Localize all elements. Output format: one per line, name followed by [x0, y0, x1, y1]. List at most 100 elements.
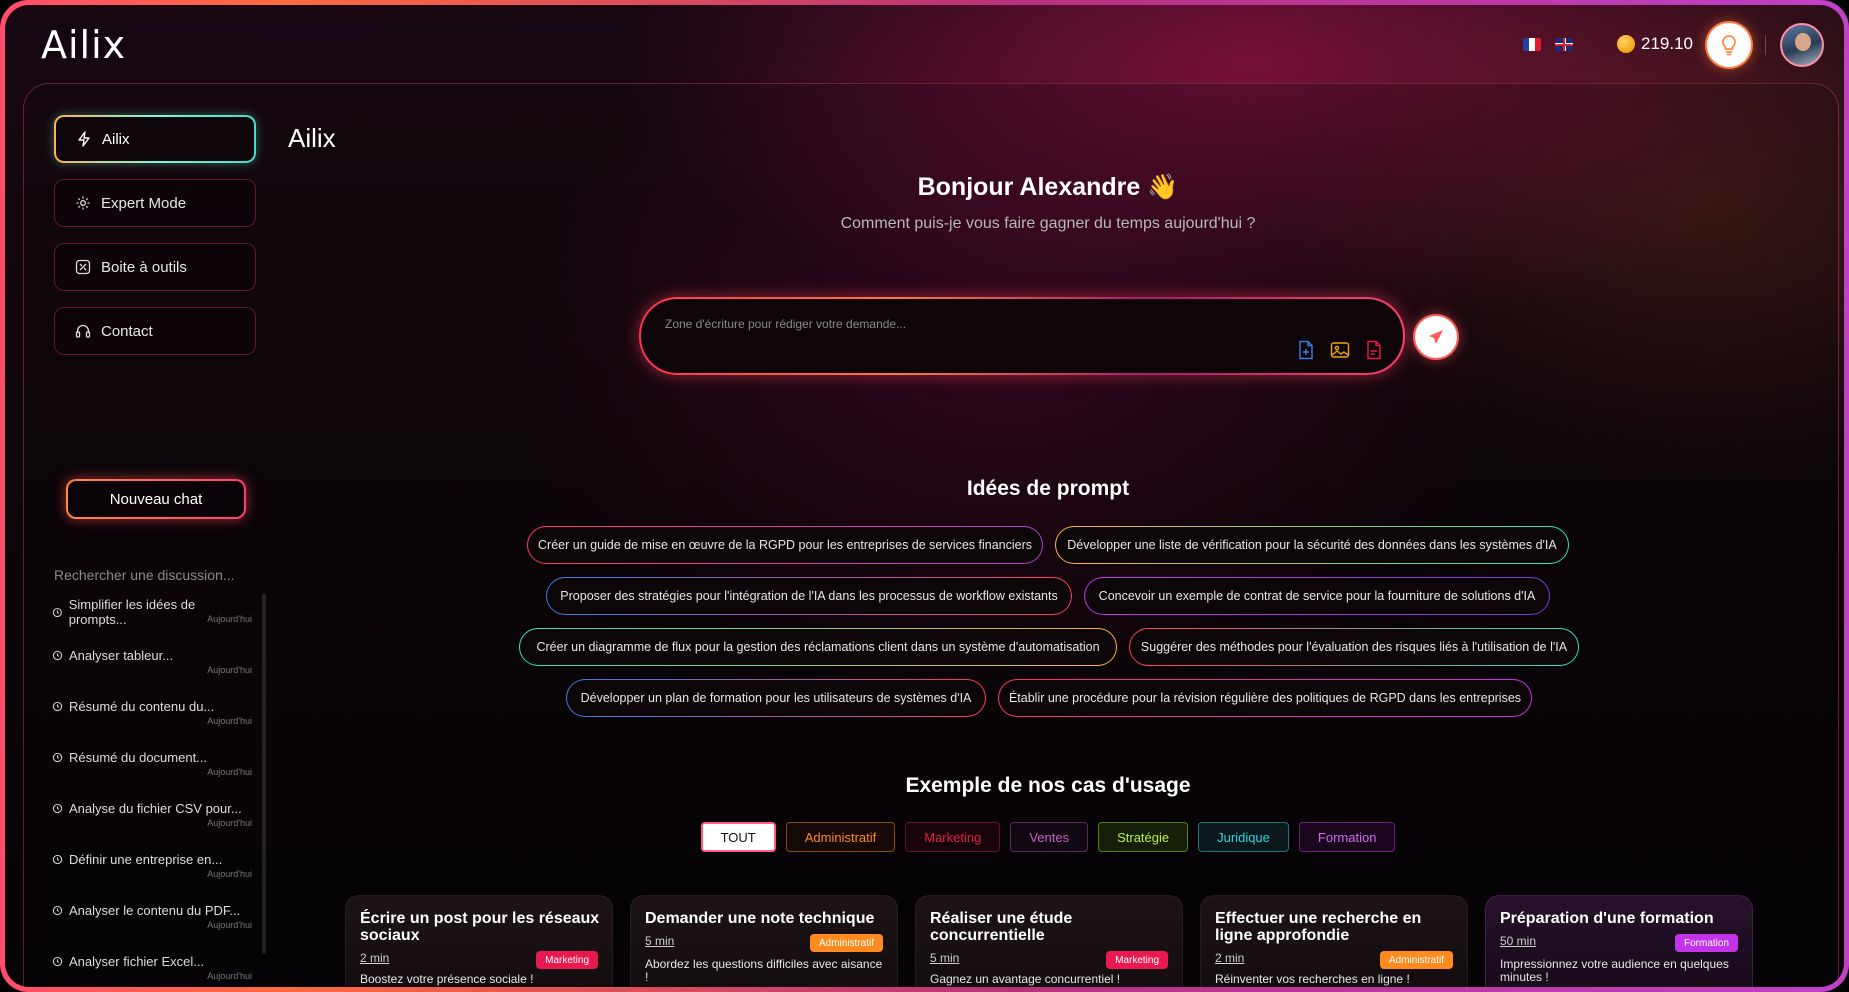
history-item-title: Analyse du fichier CSV pour... [69, 801, 242, 816]
history-item-date: Aujourd'hui [207, 920, 252, 930]
prompt-idea[interactable]: Concevoir un exemple de contrat de servi… [1084, 577, 1550, 615]
prompt-idea[interactable]: Établir une procédure pour la révision r… [998, 679, 1532, 717]
history-icon [52, 650, 63, 661]
usecase-card[interactable]: Demander une note technique 5 min Admini… [630, 895, 898, 987]
history-item[interactable]: Analyser le contenu du PDF... Aujourd'hu… [52, 895, 252, 946]
card-title: Demander une note technique [645, 910, 875, 927]
usecase-card[interactable]: Préparation d'une formation 50 min Forma… [1485, 895, 1753, 987]
card-badge: Marketing [536, 951, 598, 969]
history-icon [52, 803, 63, 814]
card-description: Abordez les questions difficiles avec ai… [645, 957, 883, 984]
pdf-icon [1367, 340, 1381, 360]
coin-icon [1617, 35, 1635, 53]
history-item-title: Résumé du contenu du... [69, 699, 215, 714]
history-item-title: Analyser fichier Excel... [69, 954, 205, 969]
filter-marketing[interactable]: Marketing [905, 822, 1001, 852]
sidebar-item-label: Ailix [102, 130, 130, 148]
usecase-filters: TOUT Administratif Marketing Ventes Stra… [255, 822, 1841, 852]
filter-formation[interactable]: Formation [1298, 822, 1396, 852]
card-duration: 50 min [1500, 934, 1537, 948]
history-icon [52, 607, 62, 617]
card-badge: Marketing [1106, 951, 1168, 969]
sidebar-item-label: Expert Mode [101, 194, 187, 212]
attach-image-button[interactable] [1329, 339, 1351, 361]
page-title: Ailix [288, 123, 336, 153]
top-bar: Ailix 219.10 [5, 5, 1844, 85]
card-duration: 2 min [360, 951, 390, 965]
greeting-heading: Bonjour Alexandre 👋 [917, 173, 1179, 201]
filter-administratif[interactable]: Administratif [785, 822, 896, 852]
history-item-title: Définir une entreprise en... [69, 852, 223, 867]
history-item[interactable]: Résumé du contenu du... Aujourd'hui [52, 691, 252, 742]
history-icon [52, 752, 63, 763]
card-description: Gagnez un avantage concurrentiel ! [930, 972, 1121, 986]
usecase-card[interactable]: Effectuer une recherche en ligne approfo… [1200, 895, 1468, 987]
usecase-card[interactable]: Réaliser une étude concurrentielle 5 min… [915, 895, 1183, 987]
prompt-idea[interactable]: Développer un plan de formation pour les… [566, 679, 986, 717]
credits-balance: 219.10 [1617, 34, 1693, 54]
filter-strategie[interactable]: Stratégie [1098, 822, 1189, 852]
bolt-icon [78, 131, 90, 147]
lightbulb-icon [1722, 35, 1736, 56]
history-item-title: Analyser tableur... [69, 648, 174, 663]
usecase-card[interactable]: Écrire un post pour les réseaux sociaux … [345, 895, 613, 987]
filter-ventes[interactable]: Ventes [1010, 822, 1089, 852]
history-item-date: Aujourd'hui [207, 869, 252, 879]
card-badge: Administratif [809, 934, 883, 952]
usecases-title: Exemple de nos cas d'usage [905, 774, 1191, 797]
uk-flag-icon[interactable] [1555, 38, 1573, 51]
prompt-idea[interactable]: Développer une liste de vérification pou… [1055, 526, 1569, 564]
app-window: Ailix 219.10 Ailix Expert Mode Boite à o… [5, 5, 1844, 987]
app-frame: Ailix 219.10 Ailix Expert Mode Boite à o… [0, 0, 1849, 992]
sidebar-item-ailix[interactable]: Ailix [54, 115, 256, 163]
send-icon [1429, 330, 1443, 344]
sidebar-item-label: Boite à outils [101, 258, 187, 276]
card-duration: 5 min [645, 934, 675, 948]
gear-icon [76, 196, 90, 210]
tips-button[interactable] [1707, 23, 1751, 67]
new-chat-button[interactable]: Nouveau chat [66, 479, 246, 519]
headset-icon [75, 324, 91, 338]
history-item-date: Aujourd'hui [207, 818, 252, 828]
history-icon [52, 854, 63, 865]
history-icon [52, 701, 63, 712]
card-badge: Administratif [1379, 951, 1453, 969]
avatar[interactable] [1780, 23, 1824, 67]
sidebar-item-toolbox[interactable]: Boite à outils [54, 243, 256, 291]
document-add-icon [1299, 340, 1313, 360]
card-title: Préparation d'une formation [1500, 910, 1714, 927]
prompt-idea[interactable]: Suggérer des méthodes pour l'évaluation … [1129, 628, 1579, 666]
send-button[interactable] [1415, 316, 1457, 358]
filter-juridique[interactable]: Juridique [1198, 822, 1289, 852]
attach-document-button[interactable] [1295, 339, 1317, 361]
prompt-idea[interactable]: Créer un guide de mise en œuvre de la RG… [527, 526, 1043, 564]
prompt-idea[interactable]: Créer un diagramme de flux pour la gesti… [519, 628, 1117, 666]
history-item-date: Aujourd'hui [207, 665, 252, 675]
card-duration: 5 min [930, 951, 960, 965]
history-item-title: Résumé du document... [69, 750, 208, 765]
sidebar-item-contact[interactable]: Contact [54, 307, 256, 355]
history-item[interactable]: Définir une entreprise en... Aujourd'hui [52, 844, 252, 895]
card-description: Réinventer vos recherches en ligne ! [1215, 972, 1410, 986]
prompt-idea[interactable]: Proposer des stratégies pour l'intégrati… [546, 577, 1072, 615]
history-item-title: Analyser le contenu du PDF... [69, 903, 241, 918]
history-item[interactable]: Analyser fichier Excel... Aujourd'hui [52, 946, 252, 987]
history-item[interactable]: Résumé du document... Aujourd'hui [52, 742, 252, 793]
history-item[interactable]: Analyser tableur... Aujourd'hui [52, 640, 252, 691]
search-discussion-input[interactable]: Rechercher une discussion... [54, 567, 235, 583]
card-duration: 2 min [1215, 951, 1245, 965]
french-flag-icon[interactable] [1523, 38, 1541, 51]
sidebar-item-expert-mode[interactable]: Expert Mode [54, 179, 256, 227]
card-badge: Formation [1674, 934, 1738, 952]
card-description: Impressionnez votre audience en quelques… [1500, 957, 1729, 984]
card-title: Effectuer une recherche en ligne approfo… [1215, 910, 1422, 944]
prompt-input[interactable]: Zone d'écriture pour rédiger votre deman… [639, 297, 1405, 375]
history-item[interactable]: Analyse du fichier CSV pour... Aujourd'h… [52, 793, 252, 844]
history-item-date: Aujourd'hui [207, 614, 252, 624]
credits-value: 219.10 [1641, 34, 1693, 53]
app-logo[interactable]: Ailix [41, 23, 126, 67]
attach-pdf-button[interactable] [1363, 339, 1385, 361]
history-item[interactable]: Simplifier les idées de prompts... Aujou… [52, 589, 252, 640]
filter-all[interactable]: TOUT [700, 822, 776, 852]
history-item-date: Aujourd'hui [207, 716, 252, 726]
